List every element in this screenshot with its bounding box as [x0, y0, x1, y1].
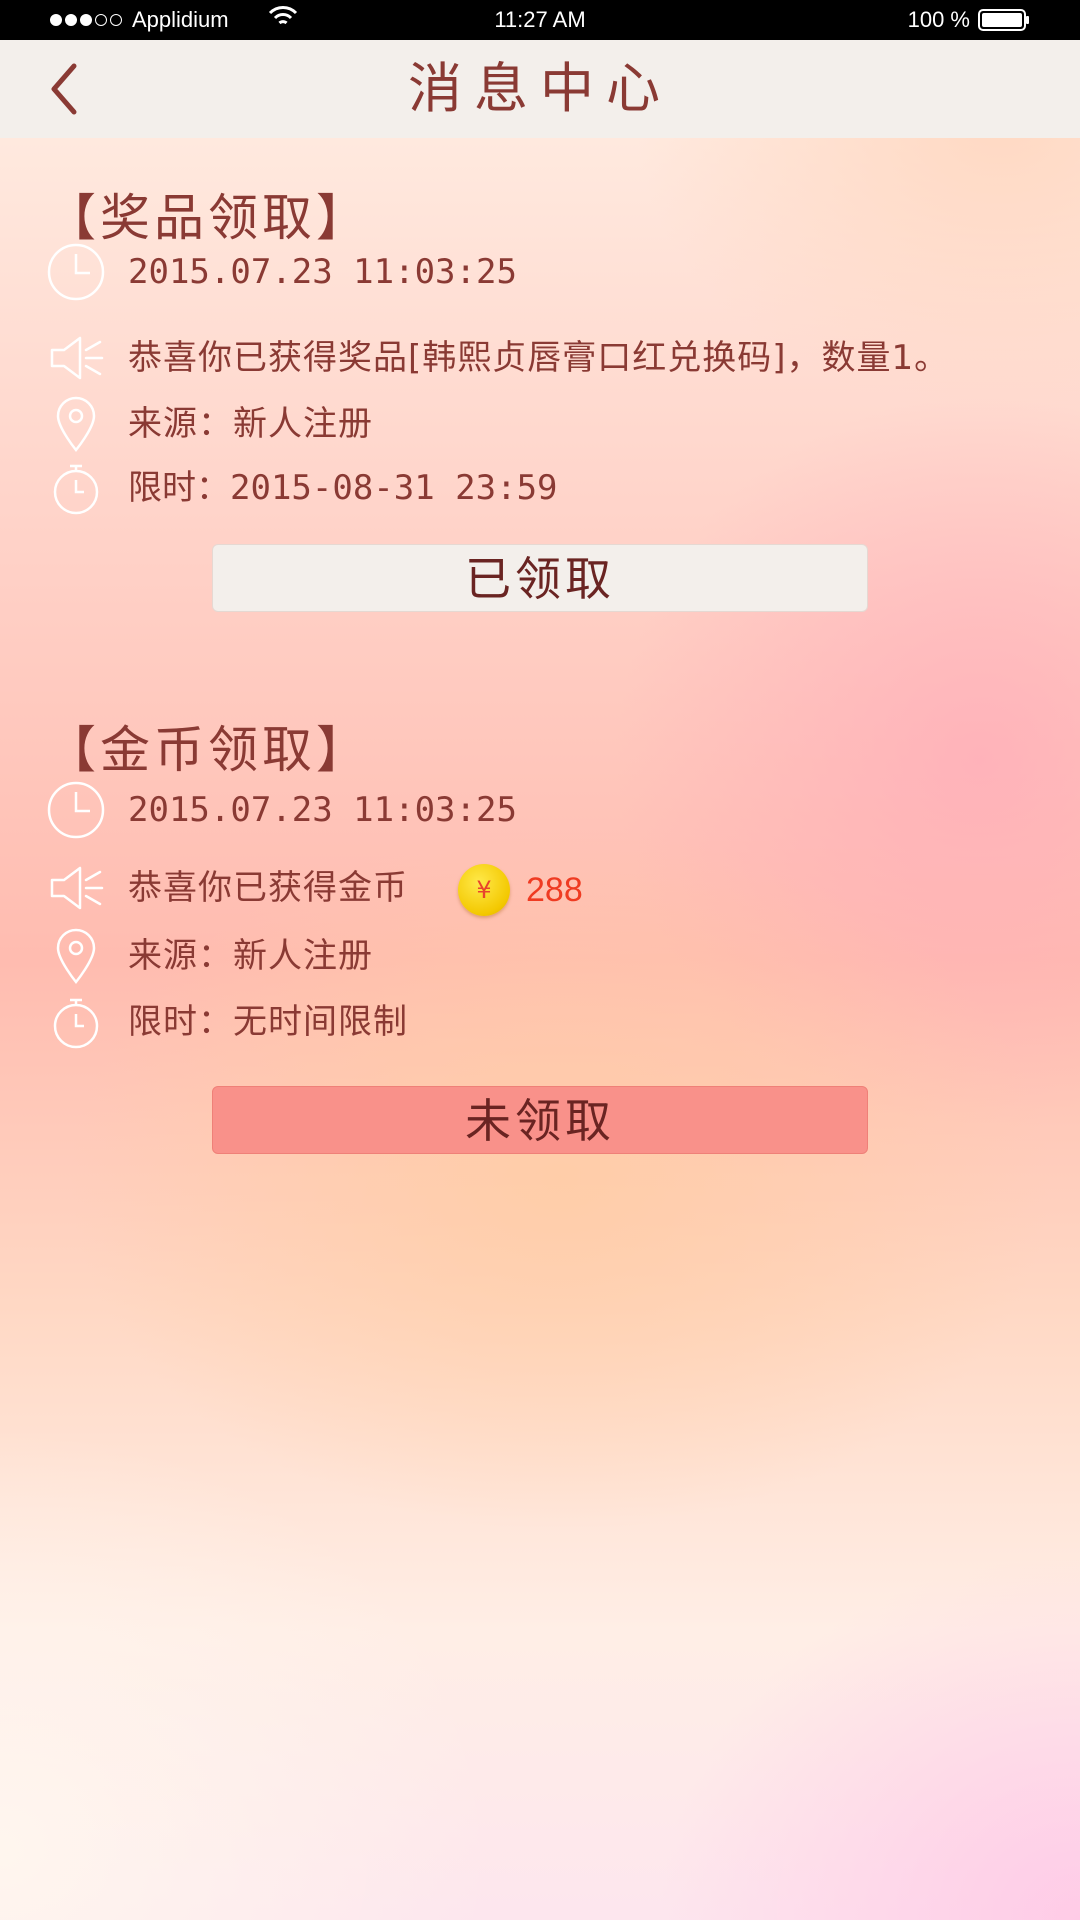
message-source-row: 来源：新人注册: [46, 394, 1046, 454]
message-time-row: 2015.07.23 11:03:25: [46, 780, 1046, 840]
message-content-row: 恭喜你已获得金币 ¥ 288: [46, 858, 1046, 918]
battery-area: 100 %: [908, 7, 1030, 33]
message-limit-row: 限时：2015-08-31 23:59: [46, 458, 1046, 518]
battery-icon: [978, 9, 1029, 31]
coin-icon: ¥: [458, 864, 510, 916]
message-time: 2015.07.23 11:03:25: [128, 790, 517, 830]
clock-icon: [47, 243, 105, 301]
nav-bar: 消息中心: [0, 40, 1080, 138]
claimed-button[interactable]: 已领取: [212, 544, 868, 612]
message-time-row: 2015.07.23 11:03:25: [46, 242, 1046, 302]
coin-amount: 288: [526, 871, 583, 909]
location-pin-icon: [56, 396, 96, 452]
megaphone-icon: [50, 336, 104, 380]
message-title: 【奖品领取】: [46, 189, 370, 247]
location-pin-icon: [56, 928, 96, 984]
message-title: 【金币领取】: [46, 721, 370, 779]
message-content-row: 恭喜你已获得奖品[韩熙贞唇膏口红兑换码]，数量1。: [46, 328, 1046, 388]
status-bar: Applidium 11:27 AM 100 %: [0, 0, 1080, 40]
battery-percent: 100 %: [907, 7, 970, 32]
stopwatch-icon: [53, 998, 99, 1049]
message-source: 来源：新人注册: [128, 936, 373, 976]
message-limit-row: 限时：无时间限制: [46, 992, 1046, 1052]
clock-icon: [47, 781, 105, 839]
message-limit: 限时：2015-08-31 23:59: [128, 468, 558, 508]
claim-button[interactable]: 未领取: [212, 1086, 868, 1154]
megaphone-icon: [50, 866, 104, 910]
message-source-row: 来源：新人注册: [46, 926, 1046, 986]
stopwatch-icon: [53, 464, 99, 515]
message-content: 恭喜你已获得金币: [128, 868, 408, 908]
message-time: 2015.07.23 11:03:25: [128, 252, 517, 292]
page-title: 消息中心: [408, 57, 672, 120]
message-content: 恭喜你已获得奖品[韩熙贞唇膏口红兑换码]，数量1。: [128, 338, 950, 378]
message-source: 来源：新人注册: [128, 404, 373, 444]
message-limit: 限时：无时间限制: [128, 1002, 408, 1042]
